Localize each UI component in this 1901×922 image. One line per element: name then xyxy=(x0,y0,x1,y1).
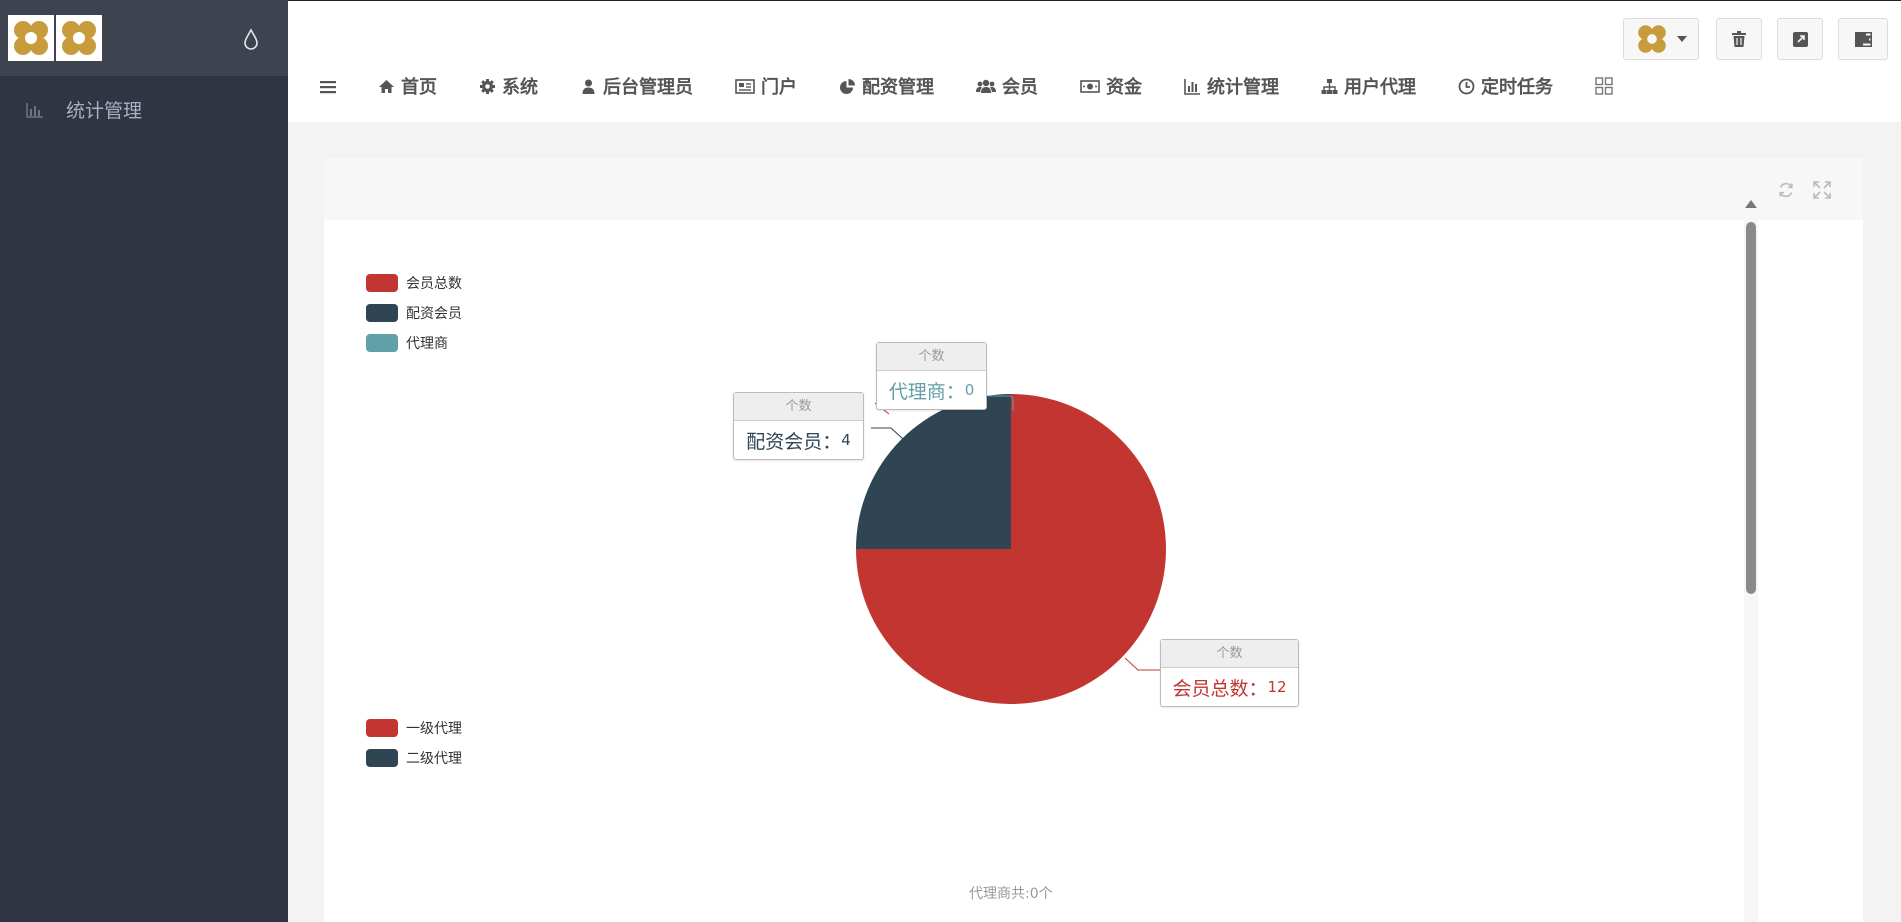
nav-item-margin-management[interactable]: 配资管理 xyxy=(839,73,934,99)
scroll-up-arrow-icon[interactable] xyxy=(1745,200,1757,208)
legend-item[interactable]: 代理商 xyxy=(366,328,462,358)
panel-header xyxy=(324,158,1863,220)
data-label-name: 会员总数 xyxy=(1172,677,1249,700)
bar-chart-icon xyxy=(1184,78,1201,95)
legend-item[interactable]: 二级代理 xyxy=(366,743,462,773)
leader-line xyxy=(988,395,1014,411)
data-label-name: 配资会员 xyxy=(746,430,823,453)
data-label-value: 4 xyxy=(841,431,851,449)
menu-toggle-icon[interactable] xyxy=(320,79,336,94)
scroll-thumb[interactable] xyxy=(1746,222,1756,594)
users-icon xyxy=(976,78,996,95)
top-navbar: 首页 系统 后台管理员 门户 配资管理 会员 资金 统计管理 用户代理 定时任务 xyxy=(288,0,1901,122)
sidebar-item-label: 统计管理 xyxy=(66,99,143,122)
pie-data-label: 个数 代理商： 0 xyxy=(876,342,987,410)
chevron-down-icon xyxy=(1677,36,1687,42)
legend-swatch xyxy=(366,274,398,292)
external-link-icon xyxy=(1792,31,1808,47)
bar-chart-icon xyxy=(26,101,44,118)
pie-slice-0[interactable] xyxy=(856,394,1166,704)
clear-cache-button[interactable] xyxy=(1716,18,1762,60)
legend-item[interactable]: 会员总数 xyxy=(366,268,462,298)
agent-total-note: 代理商共:0个 xyxy=(969,886,1053,902)
nav-item-home[interactable]: 首页 xyxy=(378,73,437,99)
pie-data-label: 个数 配资会员： 4 xyxy=(733,392,864,460)
nav-item-user-agents[interactable]: 用户代理 xyxy=(1321,73,1416,99)
nav-item-scheduled-tasks[interactable]: 定时任务 xyxy=(1458,73,1553,99)
newspaper-icon xyxy=(735,78,755,95)
chart-panel: 会员总数 配资会员 代理商 个数 配资会员： 4 个数 代理商： 0 个数 会员… xyxy=(324,158,1863,922)
pie-data-label: 个数 会员总数： 12 xyxy=(1160,639,1299,707)
legend-item[interactable]: 配资会员 xyxy=(366,298,462,328)
scrollbar[interactable] xyxy=(1744,198,1758,922)
tasks-icon xyxy=(1854,31,1872,47)
pie-slice-1[interactable] xyxy=(856,394,1011,549)
data-label-value: 12 xyxy=(1267,678,1287,696)
legend-swatch xyxy=(366,304,398,322)
legend-swatch xyxy=(366,749,398,767)
data-label-value: 0 xyxy=(964,381,975,399)
leader-line xyxy=(871,427,904,440)
nav-item-funds[interactable]: 资金 xyxy=(1080,73,1142,99)
right-sidebar-toggle-button[interactable] xyxy=(1838,18,1888,60)
legend-swatch xyxy=(366,334,398,352)
legend-swatch xyxy=(366,719,398,737)
fullscreen-icon[interactable] xyxy=(1812,180,1832,200)
data-label-name: 代理商 xyxy=(888,380,946,403)
refresh-icon[interactable] xyxy=(1776,180,1796,200)
nav-item-members[interactable]: 会员 xyxy=(976,73,1038,99)
main-nav: 首页 系统 后台管理员 门户 配资管理 会员 资金 统计管理 用户代理 定时任务 xyxy=(320,73,1613,99)
leader-line xyxy=(1124,657,1160,671)
nav-item-portal[interactable]: 门户 xyxy=(735,73,797,99)
agent-pie-legend: 一级代理 二级代理 xyxy=(366,713,462,773)
legend-item[interactable]: 一级代理 xyxy=(366,713,462,743)
sidebar: 统计管理 xyxy=(0,0,288,922)
sitemap-icon xyxy=(1321,78,1338,95)
open-frontend-button[interactable] xyxy=(1777,18,1823,60)
trash-icon xyxy=(1732,31,1746,47)
member-pie-chart xyxy=(856,394,1166,704)
avatar xyxy=(1635,22,1669,56)
user-icon xyxy=(580,78,597,95)
nav-item-statistics[interactable]: 统计管理 xyxy=(1184,73,1279,99)
sidebar-item-statistics[interactable]: 统计管理 xyxy=(0,84,288,134)
home-icon xyxy=(378,78,395,95)
pie-chart-icon xyxy=(839,78,856,95)
money-icon xyxy=(1080,78,1100,95)
grid-icon[interactable] xyxy=(1595,77,1613,95)
gear-icon xyxy=(479,78,496,95)
nav-item-admins[interactable]: 后台管理员 xyxy=(580,73,693,99)
theme-drop-icon[interactable] xyxy=(242,28,260,50)
clock-icon xyxy=(1458,78,1475,95)
user-menu-button[interactable] xyxy=(1623,18,1699,60)
sidebar-header xyxy=(0,0,288,76)
logo xyxy=(56,15,102,61)
logo xyxy=(8,15,54,61)
nav-item-system[interactable]: 系统 xyxy=(479,73,538,99)
pie-legend: 会员总数 配资会员 代理商 xyxy=(366,268,462,358)
